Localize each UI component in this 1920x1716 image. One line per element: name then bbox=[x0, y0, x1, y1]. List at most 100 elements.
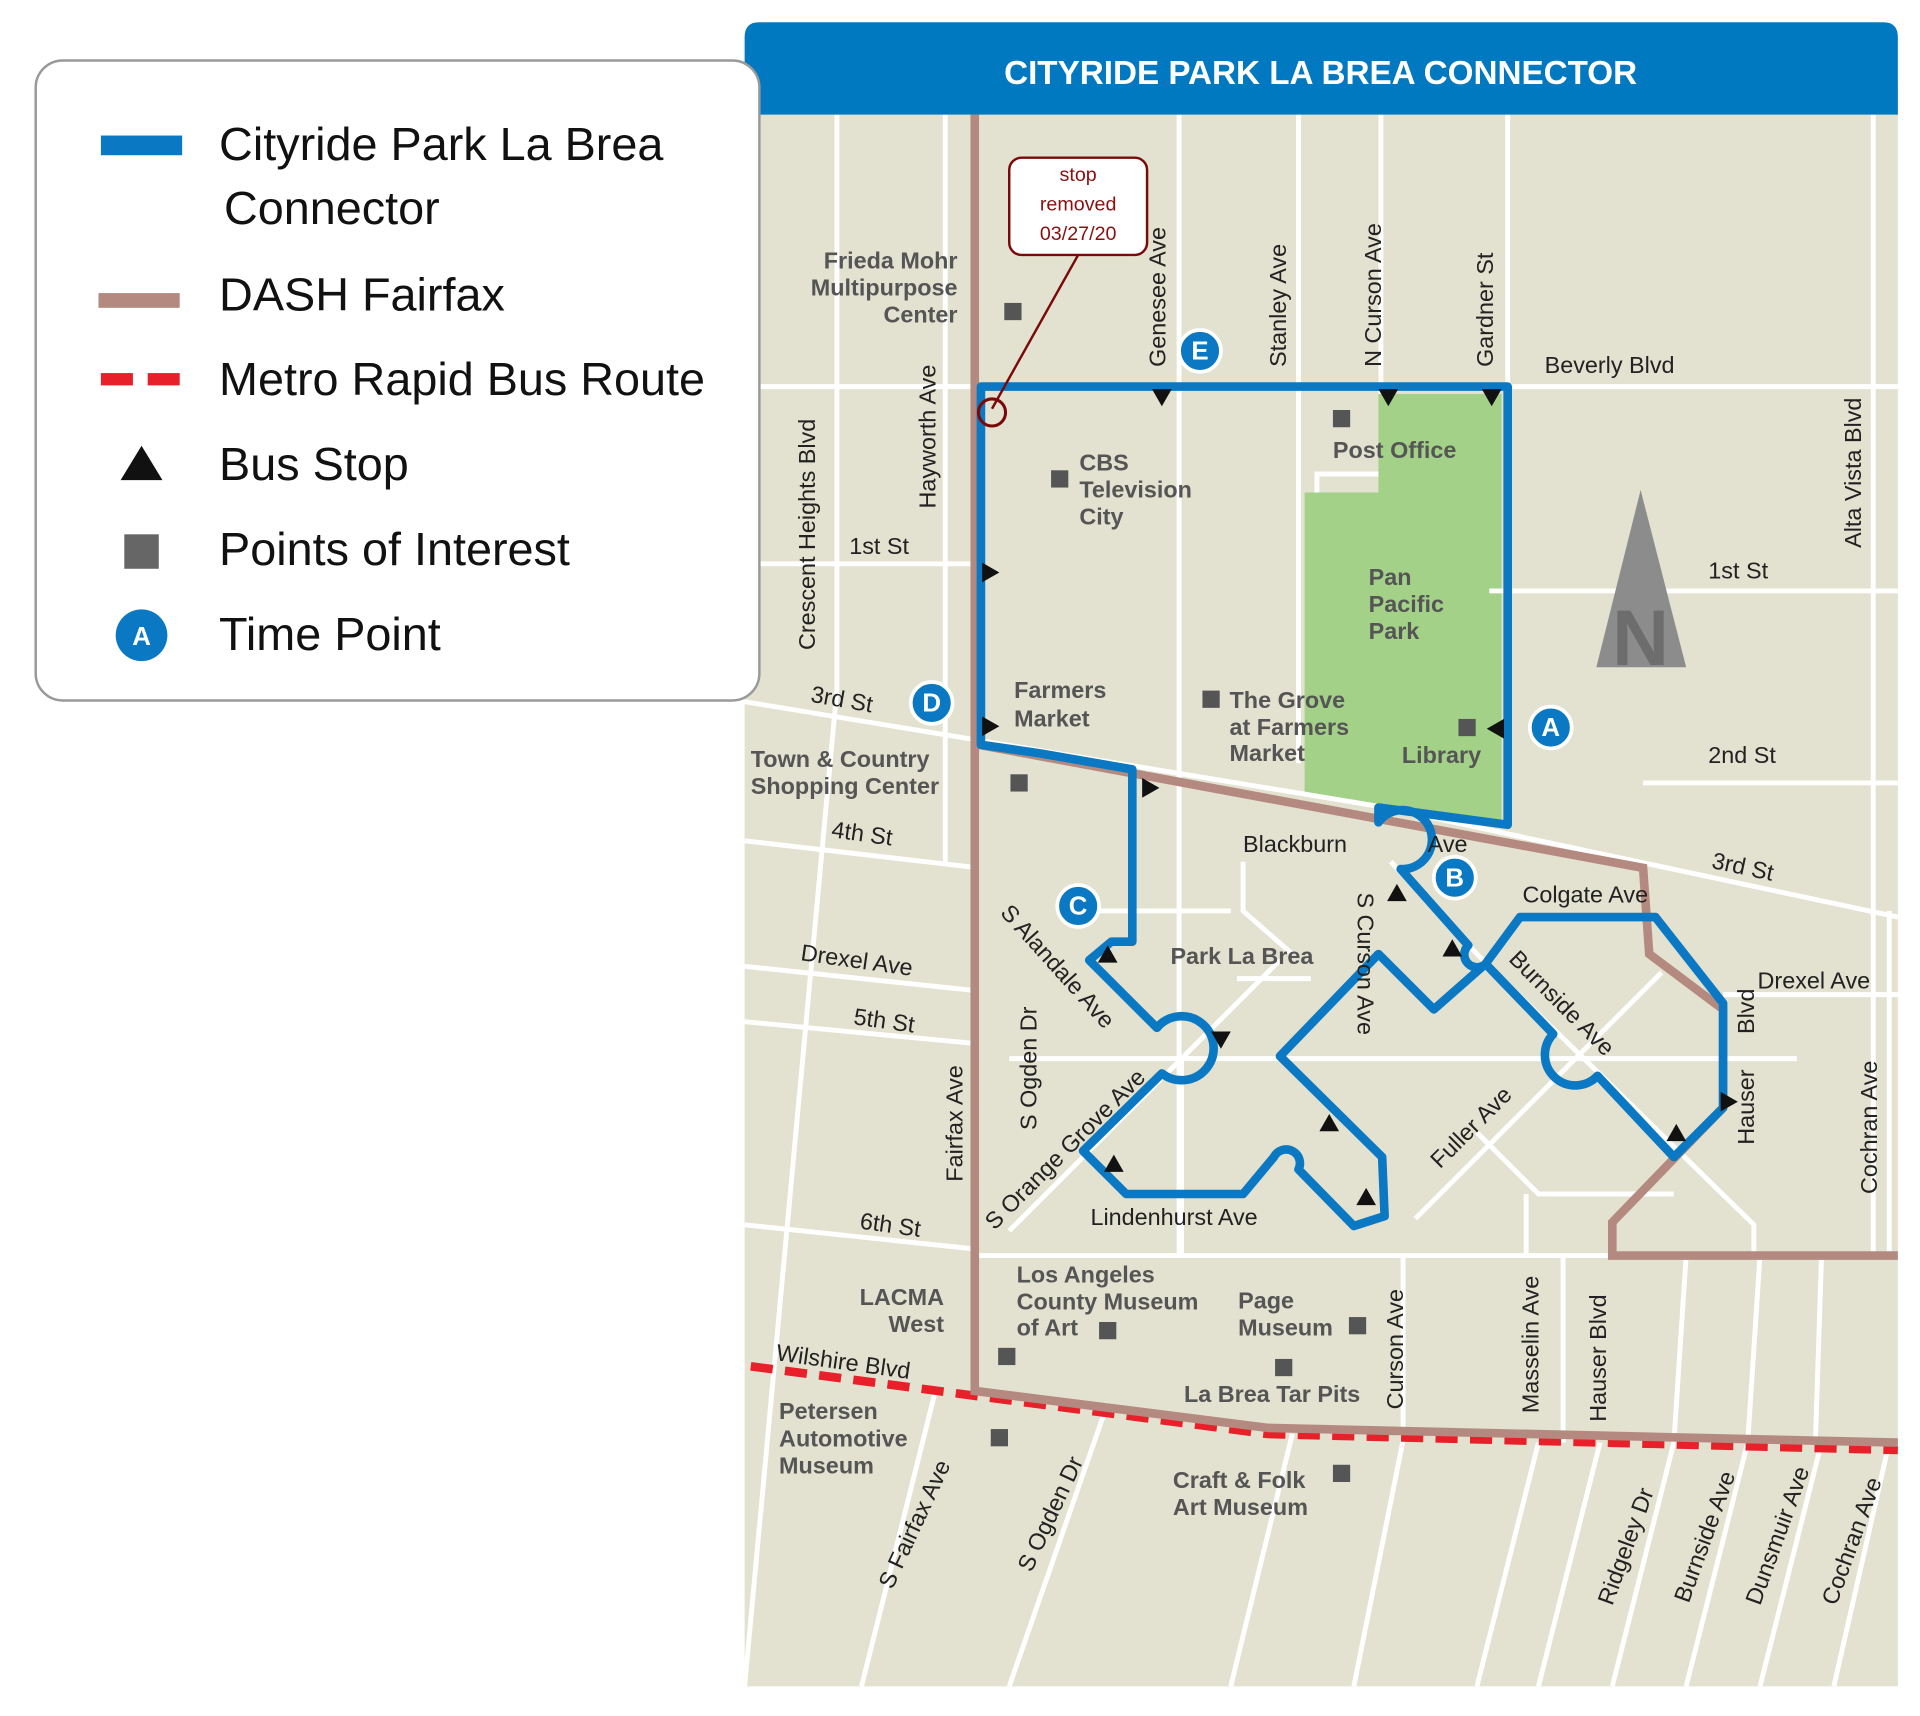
place-label: Multipurpose bbox=[811, 275, 958, 301]
place-label: LACMA bbox=[860, 1284, 945, 1310]
legend-label: DASH Fairfax bbox=[219, 268, 505, 320]
street-label: N Curson Ave bbox=[1360, 223, 1386, 367]
place-label: Park bbox=[1369, 618, 1421, 644]
callout-line: removed bbox=[1040, 194, 1117, 216]
place-label: Park La Brea bbox=[1170, 943, 1314, 969]
map-page: Beverly Blvd 1st St 1st St 3rd St 3rd St 2nd … bbox=[0, 0, 1920, 1716]
place-label: Town & Country bbox=[751, 746, 930, 772]
legend-red-dash bbox=[147, 373, 180, 386]
place-label: Museum bbox=[1238, 1315, 1333, 1341]
time-point-letter: A bbox=[132, 623, 151, 651]
callout-line: stop bbox=[1060, 164, 1097, 186]
legend-blue-line bbox=[100, 135, 183, 156]
place-label: Farmers bbox=[1014, 677, 1106, 703]
place-label: Craft & Folk bbox=[1173, 1467, 1306, 1493]
place-label: Frieda Mohr bbox=[824, 247, 958, 273]
street-label: Crescent Heights Blvd bbox=[794, 419, 820, 650]
compass-letter: N bbox=[1612, 594, 1669, 682]
legend-label: Cityride Park La Brea bbox=[219, 118, 663, 170]
street-label: Drexel Ave bbox=[1758, 967, 1871, 993]
point-of-interest-icon[interactable] bbox=[1332, 1464, 1351, 1482]
time-point-e[interactable]: E bbox=[1177, 328, 1223, 374]
legend-label: Metro Rapid Bus Route bbox=[219, 353, 705, 405]
time-point-letter: E bbox=[1191, 338, 1208, 366]
place-label: Museum bbox=[779, 1452, 874, 1478]
place-label: West bbox=[889, 1311, 945, 1337]
place-label: Automotive bbox=[779, 1425, 908, 1451]
street-label: Beverly Blvd bbox=[1545, 352, 1675, 378]
place-label: La Brea Tar Pits bbox=[1184, 1381, 1360, 1407]
place-label: Pan bbox=[1369, 564, 1412, 590]
place-label: Pacific bbox=[1369, 591, 1444, 617]
map-title: CITYRIDE PARK LA BREA CONNECTOR bbox=[1004, 55, 1637, 92]
legend-red-dash bbox=[100, 373, 133, 386]
time-point-letter: B bbox=[1445, 864, 1464, 892]
place-label: Post Office bbox=[1333, 437, 1456, 463]
legend-label: Points of Interest bbox=[219, 523, 570, 575]
callout-line: 03/27/20 bbox=[1040, 223, 1117, 245]
street-label: Cochran Ave bbox=[1856, 1061, 1882, 1194]
place-label: Art Museum bbox=[1173, 1494, 1308, 1520]
street-label: Fairfax Ave bbox=[941, 1065, 967, 1182]
place-label: Los Angeles bbox=[1017, 1262, 1155, 1288]
place-label: County Museum bbox=[1017, 1289, 1199, 1315]
street-label: S Ogden Dr bbox=[1015, 1006, 1041, 1130]
place-label: Shopping Center bbox=[751, 773, 939, 799]
legend-label: Time Point bbox=[219, 608, 441, 660]
street-label: Masselin Ave bbox=[1517, 1276, 1543, 1413]
time-point-letter: D bbox=[922, 690, 941, 718]
route-map: Beverly Blvd1st St1st St3rd St3rd St2nd … bbox=[34, 22, 1899, 1688]
time-point-letter: A bbox=[1541, 714, 1560, 742]
street-label: Hauser Blvd bbox=[1585, 1294, 1611, 1421]
point-of-interest-icon[interactable] bbox=[998, 1347, 1016, 1366]
street-label: Genesee Ave bbox=[1145, 227, 1171, 367]
street-label: Ave bbox=[1428, 831, 1468, 857]
point-of-interest-icon[interactable] bbox=[1275, 1358, 1293, 1377]
street-label: 1st St bbox=[1708, 558, 1768, 584]
place-label: Center bbox=[883, 302, 957, 328]
time-point-letter: C bbox=[1069, 893, 1088, 921]
street-label: Blackburn bbox=[1243, 831, 1347, 857]
place-label: CBS bbox=[1079, 449, 1128, 475]
street-label: 1st St bbox=[849, 533, 909, 559]
point-of-interest-icon bbox=[124, 534, 159, 569]
street-label: Alta Vista Blvd bbox=[1840, 398, 1866, 548]
point-of-interest-icon[interactable] bbox=[990, 1429, 1008, 1447]
place-label: Page bbox=[1238, 1287, 1294, 1313]
place-label: Petersen bbox=[779, 1398, 878, 1424]
point-of-interest-icon[interactable] bbox=[1348, 1317, 1367, 1335]
street-label: Stanley Ave bbox=[1265, 244, 1291, 367]
place-label: Library bbox=[1402, 742, 1481, 768]
street-label: Gardner St bbox=[1472, 252, 1498, 367]
legend: Cityride Park La Brea Connector DASH Fai… bbox=[34, 59, 761, 702]
point-of-interest-icon[interactable] bbox=[1010, 774, 1028, 792]
street-label: Curson Ave bbox=[1382, 1289, 1408, 1409]
time-point-a[interactable]: A bbox=[1528, 704, 1574, 751]
point-of-interest-icon[interactable] bbox=[1051, 470, 1069, 488]
point-of-interest-icon[interactable] bbox=[1099, 1322, 1117, 1340]
legend-brown-line bbox=[98, 293, 180, 308]
legend-label: Connector bbox=[224, 182, 440, 234]
place-label: City bbox=[1079, 503, 1123, 529]
street-label: Hayworth Ave bbox=[914, 365, 940, 509]
point-of-interest-icon[interactable] bbox=[1458, 718, 1476, 737]
place-label: Market bbox=[1014, 705, 1090, 731]
street-label: Colgate Ave bbox=[1522, 881, 1648, 907]
street-label: S Curson Ave bbox=[1353, 892, 1379, 1035]
place-label: Television bbox=[1079, 476, 1192, 502]
street-label: Lindenhurst Ave bbox=[1090, 1204, 1257, 1230]
legend-label: Bus Stop bbox=[219, 438, 409, 490]
point-of-interest-icon[interactable] bbox=[1004, 302, 1022, 321]
street-label: Hauser bbox=[1733, 1069, 1759, 1145]
place-label: The Grove bbox=[1230, 687, 1346, 713]
place-label: at Farmers bbox=[1230, 714, 1350, 740]
street-label: 2nd St bbox=[1708, 742, 1776, 768]
place-label: Market bbox=[1230, 740, 1306, 766]
point-of-interest-icon[interactable] bbox=[1202, 690, 1220, 708]
point-of-interest-icon[interactable] bbox=[1332, 410, 1351, 428]
street-label: Blvd bbox=[1733, 989, 1759, 1034]
time-point-d[interactable]: D bbox=[908, 680, 955, 726]
time-point-c[interactable]: C bbox=[1055, 883, 1101, 929]
time-point-b[interactable]: B bbox=[1432, 854, 1478, 901]
place-label: of Art bbox=[1017, 1315, 1079, 1341]
